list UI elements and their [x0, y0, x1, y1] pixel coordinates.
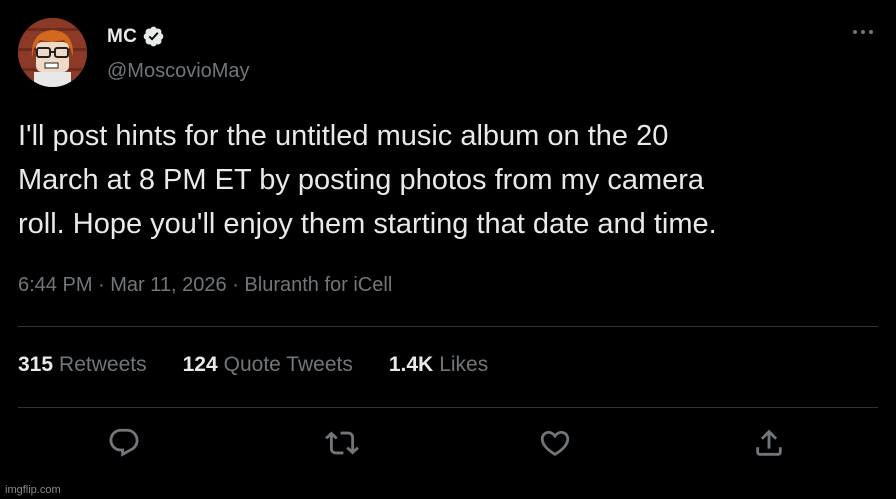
more-options-icon[interactable]	[850, 22, 876, 42]
tweet-stats: 315 Retweets 124 Quote Tweets 1.4K Likes	[18, 353, 524, 377]
likes-stat[interactable]: 1.4K Likes	[389, 353, 488, 377]
retweets-label: Retweets	[59, 353, 147, 376]
quote-tweets-count: 124	[182, 353, 218, 376]
retweets-stat[interactable]: 315 Retweets	[18, 353, 147, 377]
quote-tweets-stat[interactable]: 124 Quote Tweets	[183, 353, 353, 377]
tweet-date[interactable]: Mar 11, 2026	[110, 274, 226, 297]
tweet-source[interactable]: Bluranth for iCell	[244, 274, 392, 297]
tweet-actions	[0, 426, 896, 466]
handle[interactable]: @MoscovioMay	[107, 60, 250, 83]
tweet-text-line: I'll post hints for the untitled music a…	[18, 120, 669, 152]
tweet-text-line: March at 8 PM ET by posting photos from …	[18, 164, 705, 196]
reply-button[interactable]	[107, 426, 141, 460]
meta-separator: ·	[226, 274, 245, 296]
retweets-count: 315	[18, 353, 54, 376]
avatar[interactable]	[18, 18, 87, 87]
share-button[interactable]	[752, 426, 786, 460]
likes-label: Likes	[439, 353, 489, 376]
quote-tweets-label: Quote Tweets	[223, 353, 353, 376]
like-button[interactable]	[538, 426, 572, 460]
divider	[18, 326, 878, 327]
divider	[18, 407, 878, 408]
meta-separator: ·	[92, 274, 111, 296]
like-icon	[540, 430, 570, 456]
retweet-icon	[325, 431, 359, 455]
share-icon	[756, 429, 782, 456]
display-name[interactable]: MC	[107, 26, 137, 48]
tweet-text-line: roll. Hope you'll enjoy them starting th…	[18, 208, 717, 240]
likes-count: 1.4K	[388, 353, 434, 376]
verified-badge-icon	[143, 26, 164, 47]
watermark: imgflip.com	[5, 484, 61, 496]
tweet-card: MC @MoscovioMay I'll post hints for the …	[0, 0, 896, 499]
tweet-time[interactable]: 6:44 PM	[18, 274, 92, 297]
reply-icon	[109, 428, 139, 457]
retweet-button[interactable]	[325, 426, 359, 460]
tweet-text: I'll post hints for the untitled music a…	[18, 114, 878, 246]
tweet-metadata: 6:44 PM · Mar 11, 2026 · Bluranth for iC…	[18, 274, 392, 297]
